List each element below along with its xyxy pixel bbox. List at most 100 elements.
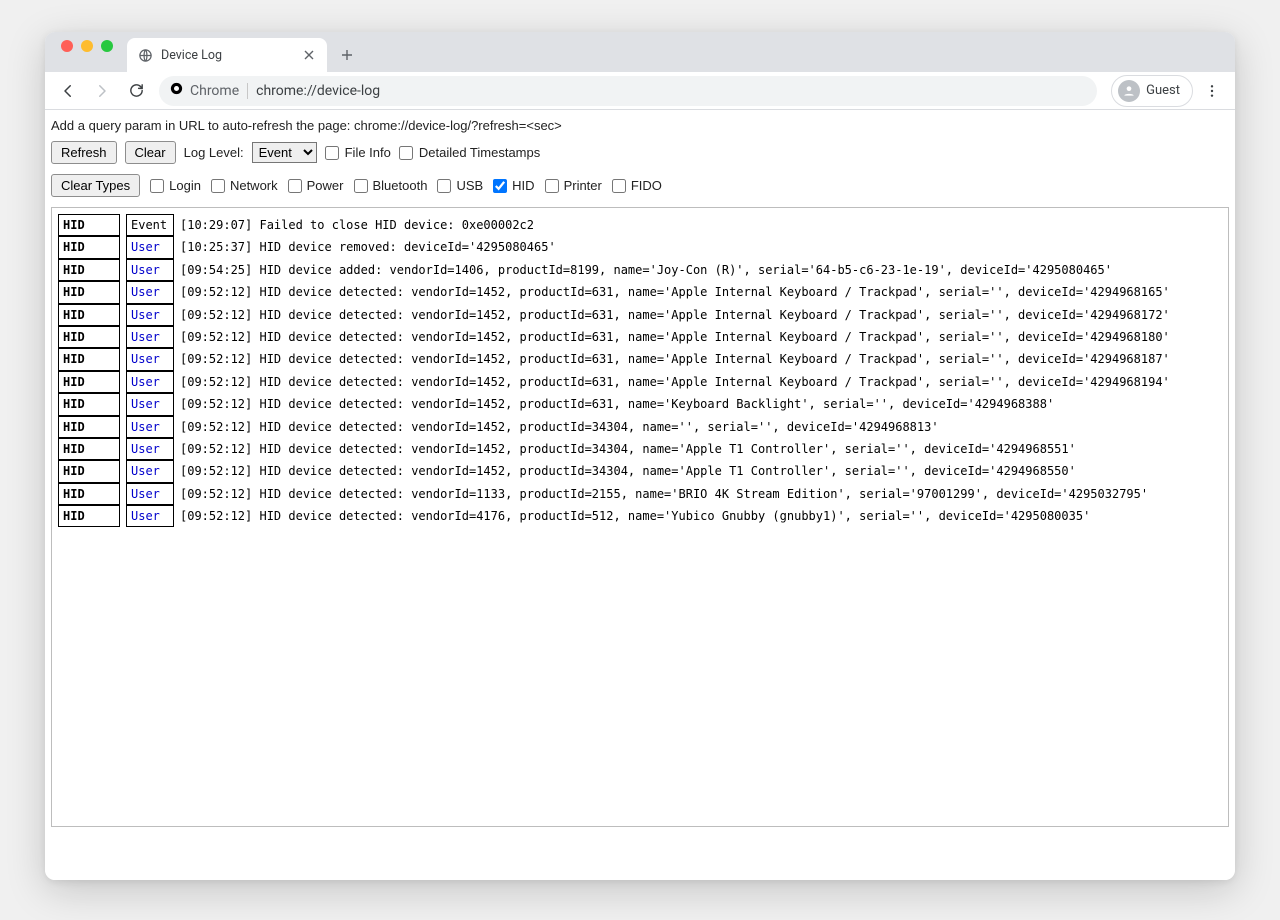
log-category-chip: HID	[58, 438, 120, 460]
forward-button[interactable]	[87, 76, 117, 106]
tab-title: Device Log	[161, 48, 293, 63]
type-filter-label: Printer	[564, 178, 602, 193]
log-category-chip: HID	[58, 371, 120, 393]
log-message: [09:52:12] HID device detected: vendorId…	[180, 349, 1170, 369]
log-level-chip: User	[126, 236, 174, 258]
log-message: [09:52:12] HID device detected: vendorId…	[180, 372, 1170, 392]
detailed-timestamps-toggle[interactable]: Detailed Timestamps	[399, 145, 540, 160]
log-level-chip: User	[126, 371, 174, 393]
type-filter-fido[interactable]: FIDO	[612, 178, 662, 193]
window-controls	[53, 40, 121, 64]
log-level-chip: User	[126, 281, 174, 303]
close-tab-button[interactable]	[301, 47, 317, 63]
log-message: [09:52:12] HID device detected: vendorId…	[180, 506, 1090, 526]
omnibox-url: chrome://device-log	[256, 83, 380, 99]
browser-tab[interactable]: Device Log	[127, 38, 327, 72]
log-row: HID User [09:52:12] HID device detected: v…	[58, 371, 1222, 393]
log-message: [09:54:25] HID device added: vendorId=14…	[180, 260, 1112, 280]
type-filter-checkbox-usb[interactable]	[437, 179, 451, 193]
log-level-chip: User	[126, 460, 174, 482]
type-filter-checkbox-login[interactable]	[150, 179, 164, 193]
type-filter-checkbox-power[interactable]	[288, 179, 302, 193]
log-message: [09:52:12] HID device detected: vendorId…	[180, 439, 1076, 459]
omnibox-chip-label: Chrome	[190, 83, 239, 99]
type-filter-checkbox-hid[interactable]	[493, 179, 507, 193]
log-message: [09:52:12] HID device detected: vendorId…	[180, 394, 1054, 414]
file-info-toggle[interactable]: File Info	[325, 145, 391, 160]
log-level-chip: User	[126, 438, 174, 460]
close-window-button[interactable]	[61, 40, 73, 52]
type-filter-bluetooth[interactable]: Bluetooth	[354, 178, 428, 193]
avatar-icon	[1118, 80, 1140, 102]
type-filter-network[interactable]: Network	[211, 178, 278, 193]
detailed-timestamps-label: Detailed Timestamps	[419, 145, 540, 160]
clear-types-button[interactable]: Clear Types	[51, 174, 140, 197]
fullscreen-window-button[interactable]	[101, 40, 113, 52]
log-category-chip: HID	[58, 236, 120, 258]
clear-button[interactable]: Clear	[125, 141, 176, 164]
log-category-chip: HID	[58, 348, 120, 370]
type-filter-power[interactable]: Power	[288, 178, 344, 193]
log-level-select[interactable]: EventUserDebugError	[252, 142, 317, 163]
type-filter-printer[interactable]: Printer	[545, 178, 602, 193]
address-bar[interactable]: Chrome chrome://device-log	[159, 76, 1097, 106]
log-message: [10:29:07] Failed to close HID device: 0…	[180, 215, 534, 235]
type-filter-label: Login	[169, 178, 201, 193]
new-tab-button[interactable]	[333, 41, 361, 69]
type-filter-label: Network	[230, 178, 278, 193]
file-info-checkbox[interactable]	[325, 146, 339, 160]
log-category-chip: HID	[58, 214, 120, 236]
log-level-chip: User	[126, 483, 174, 505]
reload-button[interactable]	[121, 76, 151, 106]
log-category-chip: HID	[58, 304, 120, 326]
omnibox-separator	[247, 83, 248, 99]
log-row: HIDUser[09:52:12] HID device detected: v…	[58, 281, 1222, 303]
log-row: HIDUser[09:54:25] HID device added: vend…	[58, 259, 1222, 281]
tab-strip: Device Log	[45, 32, 1235, 72]
log-row: HIDUser[09:52:12] HID device detected: v…	[58, 416, 1222, 438]
log-list[interactable]: HID Event [10:29:07] Failed to close HID d…	[51, 207, 1229, 827]
profile-chip[interactable]: Guest	[1111, 75, 1193, 107]
log-category-chip: HID	[58, 505, 120, 527]
log-category-chip: HID	[58, 393, 120, 415]
log-message: [09:52:12] HID device detected: vendorId…	[180, 417, 939, 437]
log-message: [10:25:37] HID device removed: deviceId=…	[180, 237, 556, 257]
log-level-chip: Event	[126, 214, 174, 236]
log-row: HID User [10:25:37] HID device removed: de…	[58, 236, 1222, 258]
type-filter-checkbox-printer[interactable]	[545, 179, 559, 193]
log-category-chip: HID	[58, 483, 120, 505]
type-filter-checkbox-network[interactable]	[211, 179, 225, 193]
log-row: HIDUser[09:52:12] HID device detected: v…	[58, 483, 1222, 505]
type-filter-checkbox-fido[interactable]	[612, 179, 626, 193]
refresh-button[interactable]: Refresh	[51, 141, 117, 164]
detailed-timestamps-checkbox[interactable]	[399, 146, 413, 160]
browser-toolbar: Chrome chrome://device-log Guest	[45, 72, 1235, 110]
log-level-chip: User	[126, 304, 174, 326]
type-filter-hid[interactable]: HID	[493, 178, 534, 193]
log-row: HIDUser[09:52:12] HID device detected: v…	[58, 326, 1222, 348]
type-filter-usb[interactable]: USB	[437, 178, 483, 193]
type-filter-label: Power	[307, 178, 344, 193]
log-row: HID Event [10:29:07] Failed to close HID d…	[58, 214, 1222, 236]
log-category-chip: HID	[58, 326, 120, 348]
chrome-icon	[169, 81, 184, 100]
back-button[interactable]	[53, 76, 83, 106]
log-level-chip: User	[126, 259, 174, 281]
refresh-hint: Add a query param in URL to auto-refresh…	[51, 116, 1229, 137]
log-level-chip: User	[126, 393, 174, 415]
log-message: [09:52:12] HID device detected: vendorId…	[180, 305, 1170, 325]
minimize-window-button[interactable]	[81, 40, 93, 52]
type-filter-label: FIDO	[631, 178, 662, 193]
types-row: Clear Types Login Network Power Bluetooth US…	[51, 168, 1229, 207]
browser-window: Device Log Chrome chrome:	[45, 32, 1235, 880]
overflow-menu-button[interactable]	[1197, 76, 1227, 106]
log-row: HIDUser[09:52:12] HID device detected: v…	[58, 348, 1222, 370]
page-content: Add a query param in URL to auto-refresh…	[45, 110, 1235, 880]
site-chip: Chrome	[169, 81, 239, 100]
log-level-chip: User	[126, 326, 174, 348]
type-filter-checkbox-bluetooth[interactable]	[354, 179, 368, 193]
type-filter-login[interactable]: Login	[150, 178, 201, 193]
log-level-chip: User	[126, 416, 174, 438]
file-info-label: File Info	[345, 145, 391, 160]
log-message: [09:52:12] HID device detected: vendorId…	[180, 282, 1170, 302]
